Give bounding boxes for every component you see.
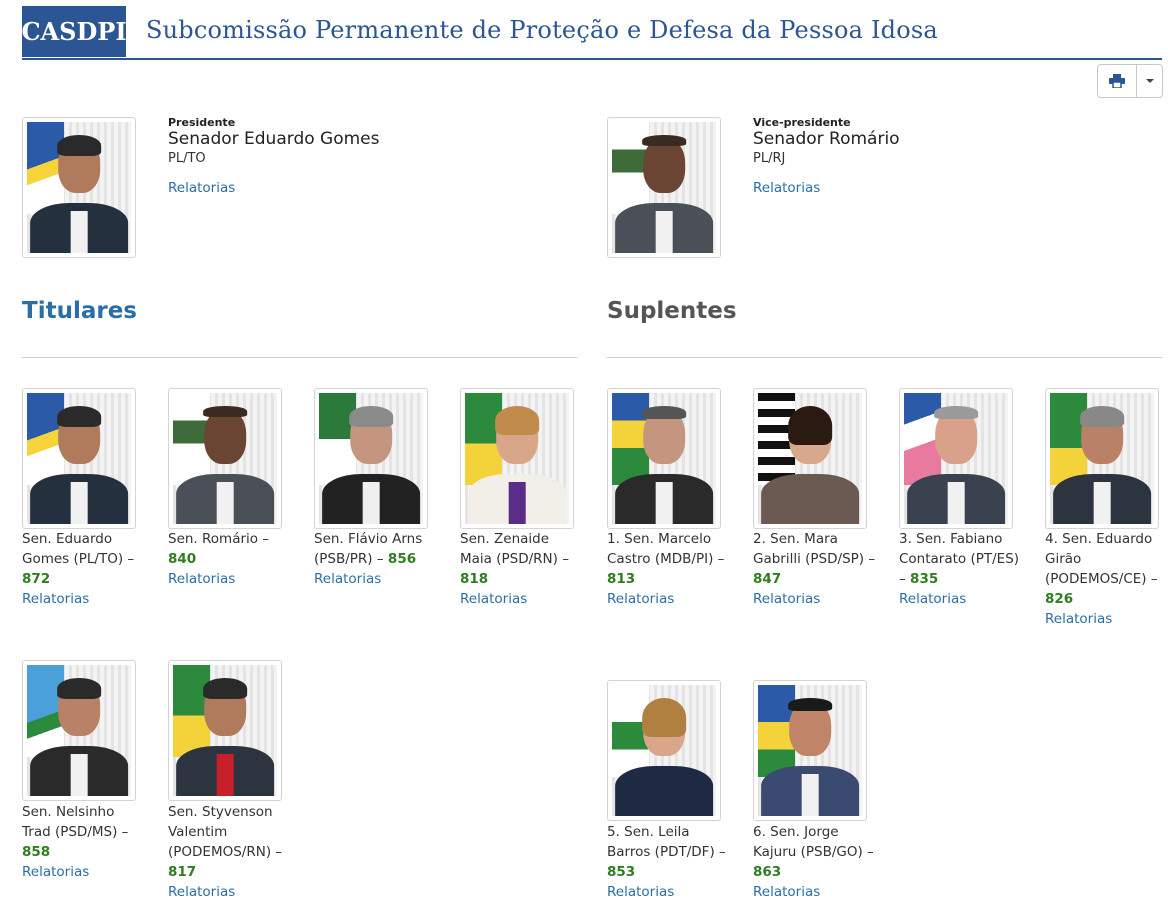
vice-president-photo (607, 117, 721, 258)
suplente-photo (899, 388, 1013, 529)
suplente-caption: 1. Sen. Marcelo Castro (MDB/PI) – 813 Rel… (607, 529, 732, 609)
titular-caption: Sen. Styvenson Valentim (PODEMOS/RN) – 8… (168, 802, 293, 902)
titular-photo (460, 388, 574, 529)
member-score: 818 (460, 571, 489, 587)
suplente-photo (1045, 388, 1159, 529)
suplente-photo (753, 388, 867, 529)
suplente-photo (753, 680, 867, 821)
member-name: Sen. Nelsinho Trad (PSD/MS) – (22, 804, 129, 840)
titular-photo (314, 388, 428, 529)
member-score: 813 (607, 571, 636, 587)
member-score: 863 (753, 864, 782, 880)
member-relatorias-link[interactable]: Relatorias (753, 591, 820, 607)
member-relatorias-link[interactable]: Relatorias (460, 591, 527, 607)
member-name: 5. Sen. Leila Barros (PDT/DF) – (607, 824, 726, 860)
suplente-caption: 6. Sen. Jorge Kajuru (PSB/GO) – 863 Relat… (753, 822, 878, 902)
titular-caption: Sen. Nelsinho Trad (PSD/MS) – 858 Relator… (22, 802, 147, 882)
titulares-heading: Titulares (22, 298, 137, 324)
page-header: CASDPI Subcomissão Permanente de Proteçã… (21, 6, 1162, 60)
member-relatorias-link[interactable]: Relatorias (1045, 611, 1112, 627)
member-relatorias-link[interactable]: Relatorias (607, 884, 674, 900)
president-role: Presidente (168, 116, 236, 129)
president-relatorias-link[interactable]: Relatorias (168, 180, 235, 196)
print-options-dropdown[interactable] (1137, 65, 1162, 97)
titular-caption: Sen. Flávio Arns (PSB/PR) – 856 Relatoria… (314, 529, 439, 589)
member-relatorias-link[interactable]: Relatorias (607, 591, 674, 607)
suplente-caption: 3. Sen. Fabiano Contarato (PT/ES) – 835 R… (899, 529, 1024, 609)
suplente-photo (607, 388, 721, 529)
member-name: 2. Sen. Mara Gabrilli (PSD/SP) – (753, 531, 876, 567)
titulares-divider (22, 357, 577, 358)
print-button[interactable] (1098, 65, 1137, 97)
member-score: 856 (387, 551, 417, 567)
member-score: 853 (607, 864, 636, 880)
member-score: 847 (753, 571, 782, 587)
committee-badge: CASDPI (21, 6, 127, 57)
suplentes-divider (607, 357, 1162, 358)
vice-president-party: PL/RJ (753, 151, 786, 166)
member-name: Sen. Romário – (168, 531, 270, 547)
member-name: Sen. Styvenson Valentim (PODEMOS/RN) – (168, 804, 283, 860)
member-relatorias-link[interactable]: Relatorias (168, 884, 235, 900)
suplente-caption: 2. Sen. Mara Gabrilli (PSD/SP) – 847 Rela… (753, 529, 878, 609)
page-title: Subcomissão Permanente de Proteção e Def… (146, 16, 938, 44)
member-name: Sen. Eduardo Gomes (PL/TO) – (22, 531, 135, 567)
member-relatorias-link[interactable]: Relatorias (22, 591, 89, 607)
member-relatorias-link[interactable]: Relatorias (22, 864, 89, 880)
president-name: Senador Eduardo Gomes (168, 129, 380, 149)
member-name: Sen. Zenaide Maia (PSD/RN) – (460, 531, 569, 567)
member-relatorias-link[interactable]: Relatorias (314, 571, 381, 587)
titular-caption: Sen. Eduardo Gomes (PL/TO) – 872 Relatori… (22, 529, 147, 609)
member-relatorias-link[interactable]: Relatorias (899, 591, 966, 607)
vice-president-name: Senador Romário (753, 129, 900, 149)
member-score: 858 (22, 844, 51, 860)
titular-photo (168, 388, 282, 529)
member-score: 840 (168, 551, 197, 567)
vice-president-relatorias-link[interactable]: Relatorias (753, 180, 820, 196)
member-relatorias-link[interactable]: Relatorias (753, 884, 820, 900)
member-score: 817 (168, 864, 197, 880)
titular-photo (22, 388, 136, 529)
suplente-caption: 5. Sen. Leila Barros (PDT/DF) – 853 Relat… (607, 822, 732, 902)
member-name: 1. Sen. Marcelo Castro (MDB/PI) – (607, 531, 725, 567)
president-party: PL/TO (168, 151, 206, 166)
member-score: 826 (1045, 591, 1074, 607)
caret-down-icon (1145, 79, 1154, 83)
president-photo (22, 117, 136, 258)
titular-photo (168, 660, 282, 801)
titular-photo (22, 660, 136, 801)
suplente-caption: 4. Sen. Eduardo Girão (PODEMOS/CE) – 826… (1045, 529, 1163, 629)
member-name: 6. Sen. Jorge Kajuru (PSB/GO) – (753, 824, 874, 860)
member-name: 4. Sen. Eduardo Girão (PODEMOS/CE) – (1045, 531, 1158, 587)
member-score: 872 (22, 571, 51, 587)
member-score: 835 (910, 571, 939, 587)
print-button-group (1097, 64, 1163, 98)
suplentes-heading: Suplentes (607, 298, 737, 324)
vice-president-role: Vice-presidente (753, 116, 851, 129)
suplente-photo (607, 680, 721, 821)
member-relatorias-link[interactable]: Relatorias (168, 571, 235, 587)
print-icon (1109, 74, 1125, 88)
titular-caption: Sen. Zenaide Maia (PSD/RN) – 818 Relatori… (460, 529, 585, 609)
titular-caption: Sen. Romário – 840 Relatorias (168, 529, 293, 589)
